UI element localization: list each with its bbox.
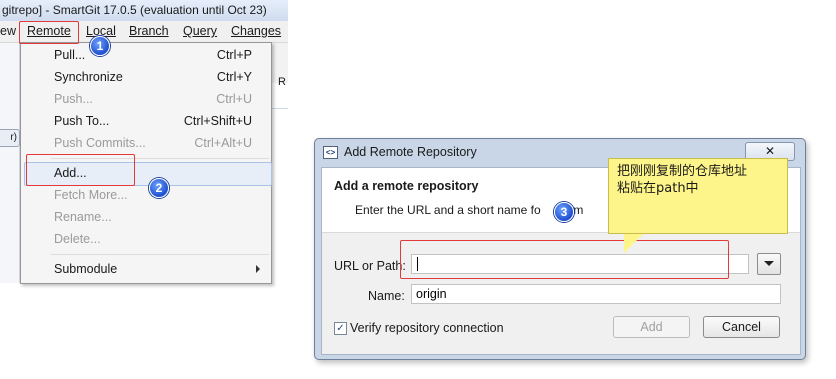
url-history-dropdown-button[interactable] — [757, 253, 781, 275]
menu-item-label: Synchronize — [54, 70, 123, 84]
menu-item-label: Fetch More... — [54, 188, 128, 202]
add-button[interactable]: Add — [613, 316, 690, 338]
window-title: gitrepo] - SmartGit 17.0.5 (evaluation u… — [2, 3, 267, 17]
step-badge-3: 3 — [554, 202, 574, 222]
annotation-box-url — [400, 240, 729, 279]
menu-item-label: Pull... — [54, 48, 86, 62]
name-input[interactable] — [411, 284, 781, 304]
menu-item-label: Rename... — [54, 210, 112, 224]
menu-branch-label: Branch — [129, 24, 169, 38]
menu-item-shortcut: Ctrl+P — [216, 48, 252, 62]
callout-line-1: 把刚刚复制的仓库地址 — [617, 164, 748, 179]
menu-item-push[interactable]: Push... Ctrl+U — [54, 88, 266, 110]
step-badge-2: 2 — [149, 178, 169, 198]
menu-item-pull[interactable]: Pull... Ctrl+P — [54, 44, 266, 66]
url-label: URL or Path: — [334, 259, 406, 273]
left-panel-strip: r) — [0, 43, 20, 283]
menu-changes-label: Changes — [231, 24, 282, 38]
menu-item-label: Push Commits... — [54, 136, 146, 150]
menu-item-label: Push To... — [54, 114, 110, 128]
menu-item-push-commits[interactable]: Push Commits... Ctrl+Alt+U — [54, 132, 266, 154]
cancel-button[interactable]: Cancel — [703, 316, 780, 338]
step-badge-1: 1 — [90, 36, 110, 56]
menu-item-synchronize[interactable]: Synchronize Ctrl+Y — [54, 66, 266, 88]
menu-item-shortcut: Ctrl+U — [216, 92, 252, 106]
menu-query-label: Query — [183, 24, 218, 38]
annotation-box-remote — [19, 21, 79, 44]
menu-item-label: Push... — [54, 92, 93, 106]
dialog-subtitle: Enter the URL and a short name forem — [355, 203, 583, 217]
menu-item-shortcut: Ctrl+Shift+U — [183, 114, 252, 128]
dialog-heading: Add a remote repository — [334, 179, 479, 193]
menu-changes[interactable]: Changes — [231, 21, 281, 42]
callout-line-2: 粘贴在path中 — [617, 181, 699, 196]
menu-item-submodule[interactable]: Submodule — [54, 258, 266, 280]
menu-separator — [51, 254, 269, 255]
chevron-down-icon — [764, 261, 774, 266]
submenu-arrow-icon — [256, 265, 260, 273]
menu-item-push-to[interactable]: Push To... Ctrl+Shift+U — [54, 110, 266, 132]
window-titlebar: gitrepo] - SmartGit 17.0.5 (evaluation u… — [0, 0, 288, 22]
menu-item-delete[interactable]: Delete... — [54, 228, 266, 250]
menu-item-label: Delete... — [54, 232, 101, 246]
menu-item-shortcut: Ctrl+Alt+U — [194, 136, 252, 150]
menu-view[interactable]: ew — [0, 21, 16, 42]
right-panel-letter: R — [278, 76, 286, 88]
annotation-callout: 把刚刚复制的仓库地址 粘贴在path中 — [608, 158, 788, 234]
verify-checkbox[interactable]: ✓ — [334, 322, 347, 335]
verify-checkbox-label[interactable]: Verify repository connection — [350, 321, 504, 335]
dialog-title: Add Remote Repository — [344, 145, 477, 159]
right-panel-strip: R — [271, 43, 288, 88]
left-panel-tag[interactable]: r) — [0, 129, 20, 147]
callout-tail — [624, 233, 644, 253]
dialog-subtitle-text: Enter the URL and a short name fo — [355, 203, 541, 217]
menu-item-shortcut: Ctrl+Y — [216, 70, 252, 84]
menu-item-label: Submodule — [54, 262, 118, 276]
menu-item-rename[interactable]: Rename... — [54, 206, 266, 228]
annotation-box-add — [26, 154, 135, 186]
menu-query[interactable]: Query — [183, 21, 217, 42]
name-label: Name: — [368, 289, 405, 303]
menu-branch[interactable]: Branch — [129, 21, 169, 42]
right-panel-divider — [271, 108, 288, 109]
dialog-app-icon: <> — [323, 146, 338, 159]
